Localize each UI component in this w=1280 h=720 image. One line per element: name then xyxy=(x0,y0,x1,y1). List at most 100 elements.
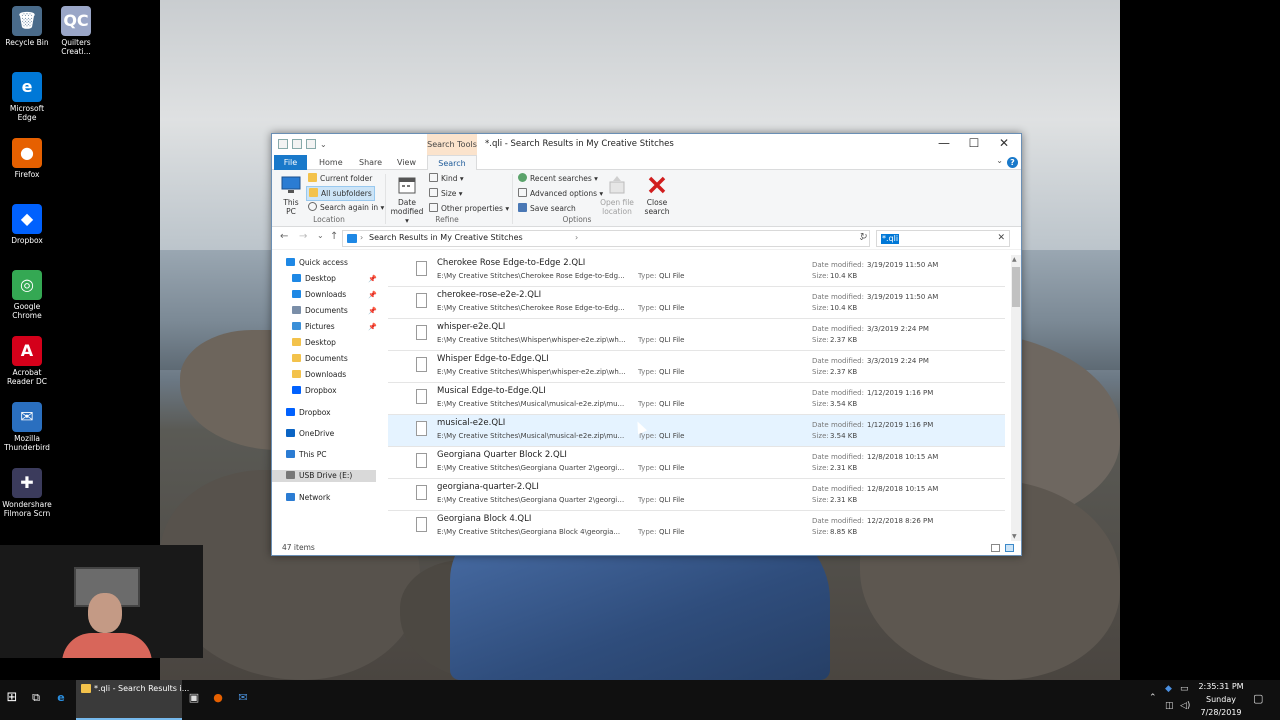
nav-item[interactable]: Dropbox xyxy=(286,407,331,419)
volume-icon[interactable]: ◁) xyxy=(1180,701,1190,711)
recent-searches-button[interactable]: Recent searches ▾ xyxy=(518,172,598,185)
desktop-icon[interactable]: e Microsoft Edge xyxy=(0,72,54,122)
computer-icon xyxy=(281,176,301,193)
nav-item[interactable]: Pictures xyxy=(292,321,335,333)
back-button[interactable]: ← xyxy=(280,231,288,242)
tray-overflow-icon[interactable]: ⌃ xyxy=(1149,693,1157,703)
nav-item[interactable]: Dropbox xyxy=(292,385,337,397)
date-modified-button[interactable]: Date modified ▾ xyxy=(390,174,424,225)
desktop-icon[interactable]: ✉ Mozilla Thunderbird xyxy=(0,402,54,452)
other-properties-label: Other properties ▾ xyxy=(441,204,510,213)
this-pc-button[interactable]: This PC xyxy=(279,174,303,216)
nav-item[interactable]: Downloads xyxy=(292,289,346,301)
file-row[interactable]: whisper-e2e.QLI E:\My Creative Stitches\W… xyxy=(388,319,1005,351)
open-file-location-icon xyxy=(609,176,625,194)
tray-app-icon[interactable]: ▭ xyxy=(1180,684,1189,694)
breadcrumb[interactable]: Search Results in My Creative Stitches xyxy=(369,233,523,242)
kind-button[interactable]: Kind ▾ xyxy=(429,172,464,185)
title-bar[interactable]: ⌄ Search Tools *.qli - Search Results in… xyxy=(272,134,1021,155)
file-row[interactable]: Georgiana Block 4.QLI E:\My Creative Stit… xyxy=(388,511,1005,541)
tab-search[interactable]: Search xyxy=(427,155,477,170)
file-row[interactable]: Georgiana Quarter Block 2.QLI E:\My Creat… xyxy=(388,447,1005,479)
open-file-location-button[interactable]: Open file location xyxy=(600,174,634,216)
maximize-button[interactable]: ☐ xyxy=(959,134,989,154)
details-view-icon[interactable] xyxy=(991,544,1000,552)
scroll-up-icon[interactable]: ▲ xyxy=(1012,256,1017,263)
properties-icon[interactable] xyxy=(292,139,302,149)
nav-item[interactable]: Desktop xyxy=(292,273,336,285)
network-tray-icon[interactable]: ◫ xyxy=(1165,701,1174,711)
desktop-icon[interactable]: QC Quilters Creati... xyxy=(49,6,103,56)
recent-locations-button[interactable]: ⌄ xyxy=(317,231,324,240)
task-view-button[interactable]: ⧉ xyxy=(27,689,45,707)
file-row[interactable]: Musical Edge-to-Edge.QLI E:\My Creative S… xyxy=(388,383,1005,415)
file-type: QLI File xyxy=(659,272,685,280)
qat-dropdown-icon[interactable]: ⌄ xyxy=(320,140,327,149)
current-folder-button[interactable]: Current folder xyxy=(308,172,372,185)
firefox-taskbar-icon[interactable]: ● xyxy=(209,689,227,707)
store-icon[interactable]: ▣ xyxy=(185,689,203,707)
nav-item[interactable]: Documents xyxy=(292,353,348,365)
search-input[interactable]: *.qli ✕ xyxy=(876,230,1010,247)
tab-view[interactable]: View xyxy=(390,155,423,170)
close-window-button[interactable]: ✕ xyxy=(989,134,1019,154)
ribbon-collapse-icon[interactable]: ⌄ xyxy=(996,156,1003,165)
scrollbar-thumb[interactable] xyxy=(1012,267,1020,307)
new-folder-icon[interactable] xyxy=(306,139,316,149)
file-name: musical-e2e.QLI xyxy=(437,418,506,428)
file-row[interactable]: cherokee-rose-e2e-2.QLI E:\My Creative St… xyxy=(388,287,1005,319)
other-properties-button[interactable]: Other properties ▾ xyxy=(429,202,509,215)
taskbar-explorer-button[interactable]: *.qli - Search Results i... xyxy=(76,680,189,720)
desktop-icon[interactable]: ● Firefox xyxy=(0,138,54,179)
start-button[interactable]: ⊞ xyxy=(3,689,21,707)
desktop-icon[interactable]: ◎ Google Chrome xyxy=(0,270,54,320)
dropbox-tray-icon[interactable]: ◆ xyxy=(1165,684,1172,694)
desktop-icon-label: Firefox xyxy=(14,170,40,179)
file-row[interactable]: Whisper Edge-to-Edge.QLI E:\My Creative S… xyxy=(388,351,1005,383)
nav-item[interactable]: OneDrive xyxy=(286,428,334,440)
nav-item[interactable]: USB Drive (E:) xyxy=(272,470,376,482)
desktop-icon xyxy=(292,274,301,282)
size-icon xyxy=(429,188,438,197)
scroll-down-icon[interactable]: ▼ xyxy=(1012,533,1017,540)
size-button[interactable]: Size ▾ xyxy=(429,187,463,200)
all-subfolders-button[interactable]: All subfolders xyxy=(306,186,375,201)
nav-item[interactable]: Downloads xyxy=(292,369,346,381)
tab-file[interactable]: File xyxy=(274,155,307,170)
address-bar[interactable]: › Search Results in My Creative Stitches… xyxy=(342,230,870,247)
clock-time[interactable]: 2:35:31 PM xyxy=(1196,682,1246,691)
search-results-icon xyxy=(347,234,357,243)
thunderbird-taskbar-icon[interactable]: ✉ xyxy=(234,689,252,707)
desktop-icon[interactable]: ✚ Wondershare Filmora Scrn xyxy=(0,468,54,518)
nav-item[interactable]: This PC xyxy=(286,449,326,461)
clock-date[interactable]: 7/28/2019 xyxy=(1196,708,1246,717)
edge-taskbar-icon[interactable]: e xyxy=(52,689,70,707)
tab-share[interactable]: Share xyxy=(352,155,389,170)
nav-item[interactable]: Desktop xyxy=(292,337,336,349)
advanced-options-button[interactable]: Advanced options ▾ xyxy=(518,187,603,200)
search-again-in-button[interactable]: Search again in ▾ xyxy=(308,201,384,214)
content-view-icon[interactable] xyxy=(1005,544,1014,552)
file-row[interactable]: georgiana-quarter-2.QLI E:\My Creative St… xyxy=(388,479,1005,511)
nav-item-label: Downloads xyxy=(305,370,347,379)
save-search-button[interactable]: Save search xyxy=(518,202,576,215)
up-button[interactable]: ↑ xyxy=(330,231,338,242)
file-row[interactable]: musical-e2e.QLI E:\My Creative Stitches\M… xyxy=(388,415,1005,447)
nav-item[interactable]: Quick access xyxy=(286,257,348,269)
close-search-button[interactable]: Close search xyxy=(640,174,674,216)
vertical-scrollbar[interactable]: ▲ ▼ xyxy=(1011,255,1021,541)
refresh-icon[interactable]: ↻ xyxy=(860,232,868,242)
clear-search-icon[interactable]: ✕ xyxy=(997,233,1005,243)
nav-item[interactable]: Network xyxy=(286,492,330,504)
help-icon[interactable]: ? xyxy=(1007,157,1018,168)
clock-day[interactable]: Sunday xyxy=(1196,695,1246,704)
desktop-icon[interactable]: ◆ Dropbox xyxy=(0,204,54,245)
minimize-button[interactable]: — xyxy=(929,134,959,154)
desktop-icon[interactable]: 🗑 Recycle Bin xyxy=(0,6,54,47)
desktop-icon[interactable]: A Acrobat Reader DC xyxy=(0,336,54,386)
nav-item[interactable]: Documents xyxy=(292,305,348,317)
tab-home[interactable]: Home xyxy=(312,155,350,170)
forward-button[interactable]: → xyxy=(299,231,307,242)
file-row[interactable]: Cherokee Rose Edge-to-Edge 2.QLI E:\My Cr… xyxy=(388,255,1005,287)
action-center-icon[interactable]: ▢ xyxy=(1253,692,1263,705)
